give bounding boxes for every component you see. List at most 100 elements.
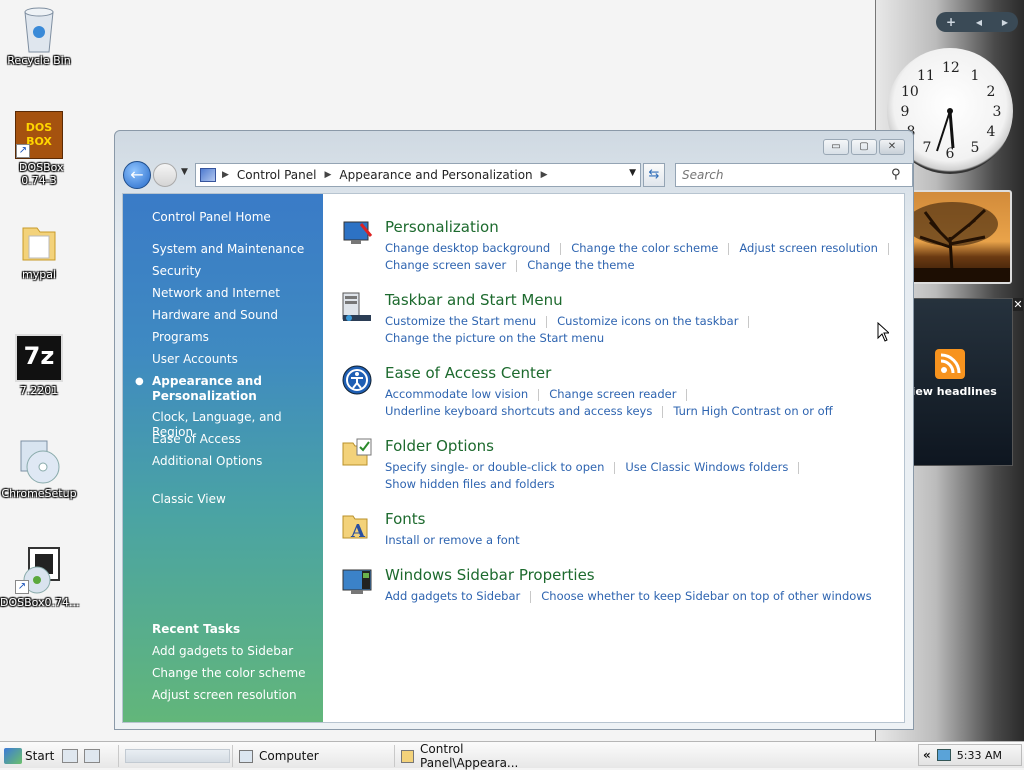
task-link[interactable]: Change the picture on the Start menu (385, 331, 604, 345)
address-dropdown-icon[interactable]: ▼ (629, 168, 636, 178)
category-links: Add gadgets to Sidebar Choose whether to … (385, 588, 872, 605)
task-link[interactable]: Customize icons on the taskbar (557, 314, 738, 328)
desktop-icon-7zip[interactable]: 7z 7.2201 (0, 334, 78, 397)
quick-launch (62, 746, 106, 766)
nav-user-accounts[interactable]: User Accounts (152, 352, 238, 367)
next-gadget-icon[interactable]: ▶ (1002, 18, 1008, 27)
content-area: Control Panel Home System and Maintenanc… (122, 193, 905, 723)
show-hidden-icons-chevron[interactable]: « (923, 748, 931, 762)
nav-additional-options[interactable]: Additional Options (152, 454, 262, 469)
desktop-icon-mypal[interactable]: mypal (0, 218, 78, 281)
add-gadget-icon[interactable]: + (946, 15, 956, 29)
back-button[interactable]: ← (123, 161, 151, 189)
breadcrumb-control-panel[interactable]: Control Panel (237, 168, 317, 182)
nav-system-and-maintenance[interactable]: System and Maintenance (152, 242, 304, 257)
nav-network-and-internet[interactable]: Network and Internet (152, 286, 280, 301)
desktop-icon-chromesetup[interactable]: ChromeSetup (0, 437, 78, 500)
previous-gadget-icon[interactable]: ◀ (976, 18, 982, 27)
link-row: Change screen saver Change the theme (385, 257, 855, 274)
desktop-icon-dosbox[interactable]: DOS BOX ↗ DOSBox 0.74-3 (0, 111, 78, 187)
task-link[interactable]: Change the color scheme (571, 241, 718, 255)
breadcrumb-separator-icon[interactable]: ▶ (325, 170, 332, 180)
breadcrumb-separator-icon[interactable]: ▶ (541, 170, 548, 180)
search-icon[interactable]: ⚲ (891, 167, 907, 183)
link-row: Add gadgets to Sidebar Choose whether to … (385, 588, 872, 605)
recent-task-link[interactable]: Add gadgets to Sidebar (152, 644, 293, 659)
category-title[interactable]: Fonts (385, 510, 425, 528)
dosbox-icon: DOS BOX ↗ (15, 111, 63, 159)
show-desktop-icon[interactable] (62, 749, 78, 763)
task-link[interactable]: Change desktop background (385, 241, 550, 255)
link-row: Change the picture on the Start menu (385, 330, 855, 347)
control-panel-home-link[interactable]: Control Panel Home (152, 210, 271, 225)
desktop-icon-recycle-bin[interactable]: Recycle Bin (0, 4, 78, 67)
switch-windows-icon[interactable] (84, 749, 100, 763)
recent-pages-dropdown[interactable]: ▼ (181, 167, 191, 177)
search-input[interactable] (675, 163, 913, 187)
task-link[interactable]: Underline keyboard shortcuts and access … (385, 404, 652, 418)
category-title[interactable]: Windows Sidebar Properties (385, 566, 595, 584)
window-controls: ▭ ▢ ✕ (823, 139, 905, 155)
task-link[interactable]: Add gadgets to Sidebar (385, 589, 520, 603)
breadcrumb-appearance[interactable]: Appearance and Personalization (339, 168, 532, 182)
maximize-button[interactable]: ▢ (851, 139, 877, 155)
link-divider (662, 405, 664, 418)
start-button[interactable]: Start (4, 746, 54, 766)
task-link[interactable]: Turn High Contrast on or off (673, 404, 832, 418)
breadcrumb-separator-icon[interactable]: ▶ (222, 170, 229, 180)
refresh-button[interactable]: ⇆ (643, 163, 665, 187)
task-link[interactable]: Adjust screen resolution (739, 241, 878, 255)
task-link[interactable]: Use Classic Windows folders (625, 460, 788, 474)
close-gadget-icon[interactable]: ✕ (1013, 298, 1023, 311)
category-title[interactable]: Personalization (385, 218, 499, 236)
shortcut-arrow-icon: ↗ (16, 144, 30, 158)
taskbar: Start Computer Control Panel\Appeara... … (0, 741, 1024, 770)
classic-view-link[interactable]: Classic View (152, 492, 226, 507)
7zip-icon: 7z (15, 334, 63, 382)
task-link[interactable]: Show hidden files and folders (385, 477, 555, 491)
category-title[interactable]: Folder Options (385, 437, 494, 455)
task-link[interactable]: Change screen reader (549, 387, 676, 401)
link-divider (614, 461, 616, 474)
svg-text:A: A (350, 521, 366, 542)
link-divider (728, 242, 730, 255)
current-section-bullet-icon: ● (135, 376, 144, 387)
task-link[interactable]: Accommodate low vision (385, 387, 528, 401)
address-bar[interactable]: ▶ Control Panel ▶ Appearance and Persona… (195, 163, 641, 187)
taskbar-button-label: Computer (259, 749, 319, 763)
category-links: Change desktop background Change the colo… (385, 240, 889, 274)
taskbar-button-control-panel[interactable]: Control Panel\Appeara... (394, 742, 554, 770)
close-button[interactable]: ✕ (879, 139, 905, 155)
task-link[interactable]: Install or remove a font (385, 533, 520, 547)
minimize-button[interactable]: ▭ (823, 139, 849, 155)
category-list: Personalization Change desktop backgroun… (323, 194, 904, 722)
task-link[interactable]: Specify single- or double-click to open (385, 460, 604, 474)
category-title[interactable]: Taskbar and Start Menu (385, 291, 563, 309)
desktop-icon-dosbox-setup[interactable]: ↗ DOSBox0.74... (0, 546, 80, 609)
desktop-icon-label: ChromeSetup (1, 487, 77, 500)
desktop-icon-label: 7.2201 (19, 384, 59, 397)
taskbar-button-label: Control Panel\Appeara... (420, 742, 519, 770)
nav-security[interactable]: Security (152, 264, 201, 279)
nav-ease-of-access[interactable]: Ease of Access (152, 432, 241, 447)
nav-programs[interactable]: Programs (152, 330, 209, 345)
clock-time[interactable]: 5:33 AM (957, 749, 1002, 762)
category-title[interactable]: Ease of Access Center (385, 364, 551, 382)
control-panel-icon (200, 168, 216, 182)
forward-button[interactable] (153, 163, 177, 187)
network-icon[interactable] (936, 749, 951, 761)
task-link[interactable]: Choose whether to keep Sidebar on top of… (541, 589, 871, 603)
link-divider (748, 315, 750, 328)
task-link[interactable]: Customize the Start menu (385, 314, 536, 328)
task-link[interactable]: Change screen saver (385, 258, 506, 272)
link-row: Specify single- or double-click to open U… (385, 459, 855, 476)
7zip-logo: 7z (23, 342, 55, 370)
taskbar-button-computer[interactable]: Computer (232, 745, 392, 767)
task-pane: Control Panel Home System and Maintenanc… (123, 194, 323, 722)
recent-task-link[interactable]: Change the color scheme (152, 666, 306, 681)
nav-hardware-and-sound[interactable]: Hardware and Sound (152, 308, 278, 323)
task-link[interactable]: Change the theme (527, 258, 634, 272)
recent-task-link[interactable]: Adjust screen resolution (152, 688, 297, 703)
link-row: Install or remove a font (385, 532, 855, 549)
nav-appearance-and-personalization[interactable]: Appearance and Personalization (152, 374, 262, 404)
